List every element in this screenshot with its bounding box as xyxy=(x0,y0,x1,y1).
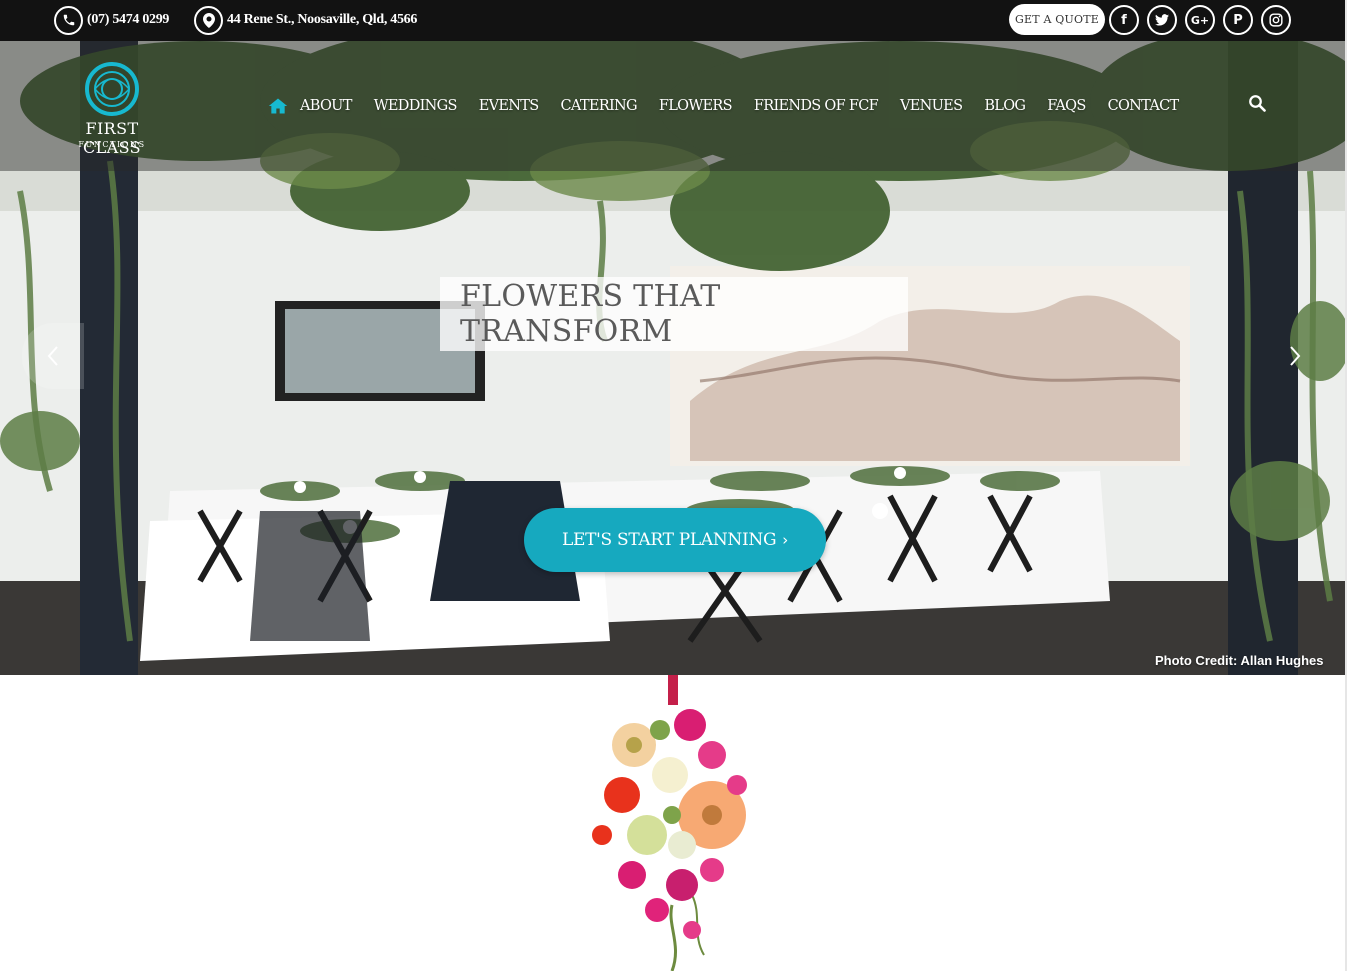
photo-credit: Photo Credit: Allan Hughes xyxy=(1155,653,1324,668)
slider-next-arrow[interactable] xyxy=(1264,323,1326,389)
nav-item-weddings[interactable]: WEDDINGS xyxy=(374,98,458,114)
cta-label: LET'S START PLANNING xyxy=(562,530,777,550)
phone-contact[interactable]: (07) 5474 0299 xyxy=(54,5,169,35)
phone-icon xyxy=(54,5,83,35)
instagram-icon[interactable] xyxy=(1261,5,1291,35)
slider-prev-arrow[interactable] xyxy=(22,323,84,389)
top-bar: (07) 5474 0299 44 Rene St., Noosaville, … xyxy=(0,0,1347,41)
hero-headline-box: FLOWERS THAT TRANSFORM xyxy=(440,277,908,351)
pinterest-icon[interactable]: P xyxy=(1223,5,1253,35)
nav-item-about[interactable]: ABOUT xyxy=(300,98,352,114)
nav-item-events[interactable]: EVENTS xyxy=(479,98,539,114)
chevron-right-icon xyxy=(1290,346,1301,366)
hero-slider: FIRST CLASS FUNCTIONS ABOUT WEDDINGS EVE… xyxy=(0,41,1347,675)
google-plus-icon[interactable]: G+ xyxy=(1185,5,1215,35)
lets-start-planning-button[interactable]: LET'S START PLANNING › xyxy=(524,508,826,572)
main-navigation: ABOUT WEDDINGS EVENTS CATERING FLOWERS F… xyxy=(268,96,1200,116)
map-marker-icon xyxy=(194,5,223,35)
chevron-left-icon xyxy=(47,346,58,366)
nav-item-contact[interactable]: CONTACT xyxy=(1108,98,1180,114)
address-text[interactable]: 44 Rene St., Noosaville, Qld, 4566 xyxy=(227,12,417,28)
nav-item-venues[interactable]: VENUES xyxy=(900,98,963,114)
facebook-icon[interactable]: f xyxy=(1109,5,1139,35)
nav-item-catering[interactable]: CATERING xyxy=(561,98,638,114)
nav-item-friends-of-fcf[interactable]: FRIENDS OF FCF xyxy=(754,98,879,114)
hero-headline: FLOWERS THAT TRANSFORM xyxy=(460,279,721,349)
twitter-icon[interactable] xyxy=(1147,5,1177,35)
logo-subtitle: FUNCTIONS xyxy=(78,140,146,149)
get-a-quote-button[interactable]: GET A QUOTE xyxy=(1009,4,1105,35)
nav-item-flowers[interactable]: FLOWERS xyxy=(659,98,733,114)
first-class-functions-logo[interactable]: FIRST CLASS FUNCTIONS xyxy=(56,61,168,157)
logo-emblem-icon xyxy=(85,62,139,116)
nav-item-faqs[interactable]: FAQS xyxy=(1047,98,1086,114)
logo-name: FIRST CLASS xyxy=(82,119,142,157)
home-icon[interactable] xyxy=(268,97,288,115)
nav-item-blog[interactable]: BLOG xyxy=(984,98,1026,114)
phone-number[interactable]: (07) 5474 0299 xyxy=(87,12,169,28)
chevron-right-icon: › xyxy=(782,531,788,549)
search-icon[interactable] xyxy=(1248,94,1266,112)
hanging-flower-bouquet-image xyxy=(592,675,747,971)
address-contact[interactable]: 44 Rene St., Noosaville, Qld, 4566 xyxy=(194,5,417,35)
